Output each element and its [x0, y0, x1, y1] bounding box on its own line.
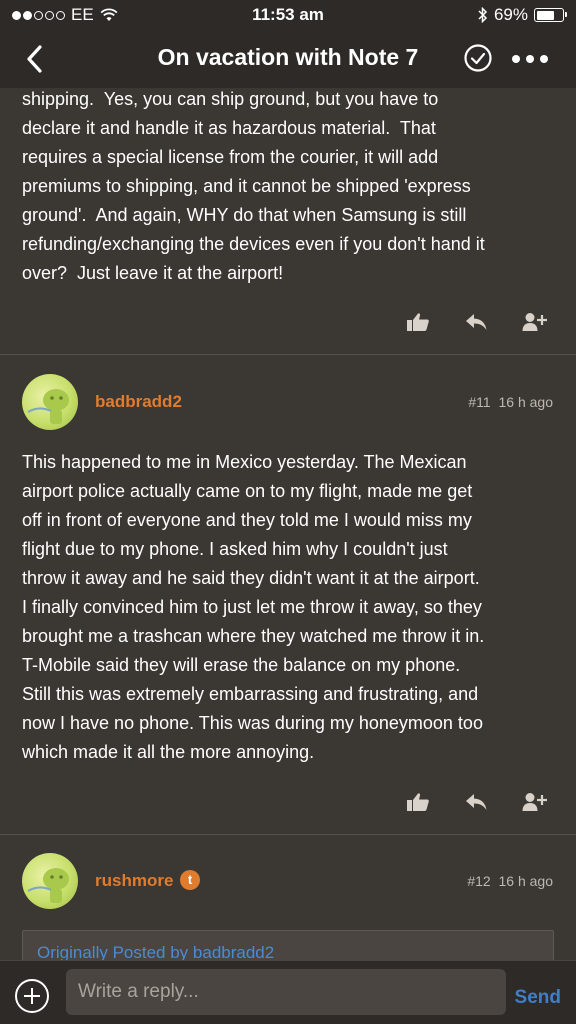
reply-icon[interactable] — [464, 312, 488, 332]
send-button[interactable]: Send — [515, 987, 561, 1009]
post-meta: #11 16 h ago — [468, 394, 553, 410]
bluetooth-icon — [478, 7, 488, 23]
post-header-12: rushmore t #12 16 h ago — [0, 853, 576, 911]
check-circle-icon[interactable] — [463, 43, 493, 73]
post-text-line: brought me a trashcan where they watched… — [22, 626, 485, 646]
post-text-line: This happened to me in Mexico yesterday.… — [22, 452, 467, 472]
username[interactable]: rushmore — [95, 871, 173, 891]
status-bar: EE 11:53 am 69% — [0, 0, 576, 30]
battery-level — [536, 10, 554, 20]
post-text: This happened to me in Mexico yesterday.… — [0, 448, 576, 767]
post-time: 16 h ago — [498, 394, 554, 410]
follow-user-icon[interactable] — [522, 312, 548, 332]
post-text-line: off in front of everyone and they told m… — [22, 510, 472, 530]
like-icon[interactable] — [406, 312, 430, 332]
post-text: shipping. Yes, you can ship ground, but … — [0, 88, 576, 288]
nav-bar: On vacation with Note 7 — [0, 30, 576, 88]
more-icon[interactable] — [512, 52, 552, 66]
post-number: #12 — [467, 873, 491, 889]
post-text-line: Still this was extremely embarrassing an… — [22, 684, 479, 704]
post-number: #11 — [468, 394, 491, 410]
post-text-line: ground'. And again, WHY do that when Sam… — [22, 205, 467, 225]
post-text-line: airport police actually came on to my fl… — [22, 481, 473, 501]
post-text-line: now I have no phone. This was during my … — [22, 713, 483, 733]
post-text-line: requires a special license from the cour… — [22, 147, 439, 167]
post-divider — [0, 834, 576, 835]
post-body-11: This happened to me in Mexico yesterday.… — [0, 448, 576, 767]
post-header-11: badbradd2 #11 16 h ago — [0, 374, 576, 432]
add-attachment-icon[interactable] — [15, 979, 49, 1013]
quote-box: Originally Posted by badbradd2 — [22, 930, 554, 960]
android-avatar-icon — [27, 389, 69, 424]
post-text-line: shipping. Yes, you can ship ground, but … — [22, 89, 439, 109]
reply-bar: Send — [0, 960, 576, 1024]
follow-user-icon[interactable] — [522, 792, 548, 812]
reply-input[interactable] — [66, 969, 506, 1015]
thread-content: shipping. Yes, you can ship ground, but … — [0, 88, 576, 960]
post-text-line: throw it away and he said they didn't wa… — [22, 568, 480, 588]
android-avatar-icon — [27, 868, 69, 903]
post-meta: #12 16 h ago — [467, 873, 553, 889]
post-actions-11 — [406, 792, 548, 812]
post-text-line: flight due to my phone. I asked him why … — [22, 539, 448, 559]
post-body-prev: shipping. Yes, you can ship ground, but … — [0, 88, 576, 288]
post-text-line: I finally convinced him to just let me t… — [22, 597, 482, 617]
battery-percent: 69% — [493, 5, 528, 24]
team-badge: t — [180, 870, 200, 890]
avatar[interactable] — [22, 853, 78, 909]
post-text-line: premiums to shipping, and it cannot be s… — [22, 176, 471, 196]
reply-icon[interactable] — [464, 792, 488, 812]
post-time: 16 h ago — [498, 873, 554, 889]
username[interactable]: badbradd2 — [95, 392, 182, 412]
avatar[interactable] — [22, 374, 78, 430]
post-divider — [0, 354, 576, 355]
post-text-line: declare it and handle it as hazardous ma… — [22, 118, 436, 138]
post-text-line: over? Just leave it at the airport! — [22, 263, 284, 283]
post-text-line: which made it all the more annoying. — [22, 742, 315, 762]
battery-icon — [534, 8, 567, 22]
status-right: 69% — [478, 5, 567, 25]
like-icon[interactable] — [406, 792, 430, 812]
post-text-line: refunding/exchanging the devices even if… — [22, 234, 485, 254]
quote-author-link[interactable]: Originally Posted by badbradd2 — [37, 943, 274, 960]
post-actions-prev — [406, 312, 548, 332]
post-text-line: T-Mobile said they will erase the balanc… — [22, 655, 461, 675]
